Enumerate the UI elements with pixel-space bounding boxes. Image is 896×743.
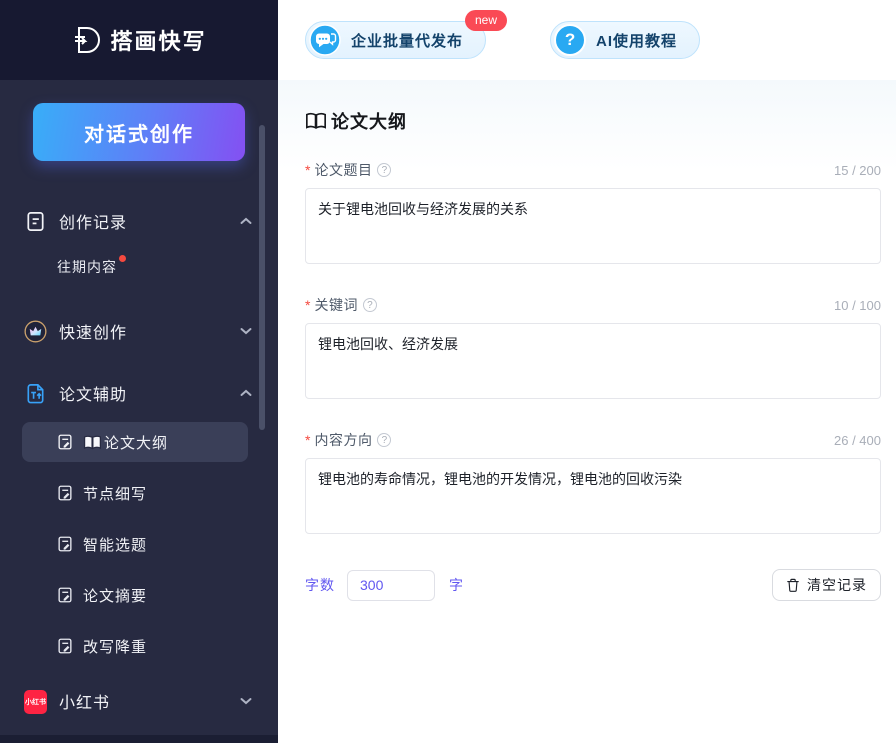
sidebar-item-quick-create[interactable]: 快速创作 <box>0 313 278 349</box>
new-badge: new <box>465 10 507 31</box>
sidebar-item-paper-outline[interactable]: 论文大纲 <box>22 422 248 462</box>
field-content-direction: * 内容方向 26 / 400 锂电池的寿命情况，锂电池的开发情况，锂电池的回收… <box>305 430 881 539</box>
batch-publish-button[interactable]: 企业批量代发布 new <box>305 21 486 59</box>
help-circle-icon[interactable] <box>363 298 377 312</box>
question-circle-icon: ? <box>554 24 586 56</box>
doc-pencil-icon <box>56 535 74 553</box>
sidebar-scrollbar[interactable] <box>259 125 265 430</box>
clear-records-label: 清空记录 <box>807 575 867 595</box>
open-book-icon <box>305 112 327 130</box>
page-title-text: 论文大纲 <box>331 108 407 134</box>
field-paper-title: * 论文题目 15 / 200 关于锂电池回收与经济发展的关系 <box>305 160 881 269</box>
app-window: 搭画快写 对话式创作 创作记录 往期内容 <box>0 0 896 743</box>
field-label: 论文题目 <box>314 160 372 180</box>
logo-text: 搭画快写 <box>110 24 206 56</box>
topbar: 企业批量代发布 new ? AI使用教程 <box>278 0 896 80</box>
sidebar-item-label: 论文摘要 <box>83 585 147 606</box>
sidebar-item-history[interactable]: 往期内容 <box>0 257 278 285</box>
keywords-textarea[interactable]: 锂电池回收、经济发展 <box>305 323 881 399</box>
chevron-up-icon <box>240 389 252 397</box>
char-counter: 26 / 400 <box>834 433 881 448</box>
app-logo[interactable]: 搭画快写 <box>0 0 278 80</box>
sidebar-item-label: 往期内容 <box>57 257 117 277</box>
sidebar-footer-strip <box>0 735 278 743</box>
chevron-down-icon <box>240 697 252 705</box>
sidebar: 搭画快写 对话式创作 创作记录 往期内容 <box>0 0 278 743</box>
open-book-icon <box>83 435 102 450</box>
doc-upload-icon <box>24 382 47 405</box>
char-counter: 15 / 200 <box>834 163 881 178</box>
dialog-create-button[interactable]: 对话式创作 <box>33 103 245 161</box>
char-counter: 10 / 100 <box>834 298 881 313</box>
required-asterisk: * <box>305 297 310 313</box>
field-keywords: * 关键词 10 / 100 锂电池回收、经济发展 <box>305 295 881 404</box>
paper-title-textarea[interactable]: 关于锂电池回收与经济发展的关系 <box>305 188 881 264</box>
batch-publish-label: 企业批量代发布 <box>351 30 463 51</box>
sidebar-item-label: 智能选题 <box>83 534 147 555</box>
field-label-row: * 论文题目 15 / 200 <box>305 160 881 180</box>
sidebar-item-records[interactable]: 创作记录 <box>0 203 278 239</box>
paper-outline-panel: 论文大纲 * 论文题目 15 / 200 关于锂电池回收与经济发展的关系 * 关… <box>278 80 896 743</box>
ai-tutorial-label: AI使用教程 <box>596 30 677 51</box>
field-label-row: * 关键词 10 / 100 <box>305 295 881 315</box>
trash-icon <box>786 578 800 593</box>
sidebar-item-label: 快速创作 <box>59 319 127 343</box>
crown-circle-icon <box>24 320 47 343</box>
required-asterisk: * <box>305 162 310 178</box>
sidebar-item-label: 论文辅助 <box>59 381 127 405</box>
help-circle-icon[interactable] <box>377 163 391 177</box>
sidebar-item-label: 论文大纲 <box>104 432 168 453</box>
doc-pencil-icon <box>56 433 74 451</box>
sidebar-item-label: 小红书 <box>59 689 110 713</box>
sidebar-item-label: 创作记录 <box>59 209 127 233</box>
word-count-unit: 字 <box>449 575 463 595</box>
doc-pencil-icon <box>56 586 74 604</box>
word-count-input[interactable] <box>347 570 435 601</box>
field-label: 内容方向 <box>314 430 372 450</box>
sidebar-item-label: 改写降重 <box>83 636 147 657</box>
page-title: 论文大纲 <box>305 108 881 134</box>
field-label-row: * 内容方向 26 / 400 <box>305 430 881 450</box>
sidebar-item-paper-assist[interactable]: 论文辅助 <box>0 375 278 411</box>
chat-bubbles-icon <box>309 24 341 56</box>
sidebar-item-paper-abstract[interactable]: 论文摘要 <box>22 575 248 615</box>
main-area: 企业批量代发布 new ? AI使用教程 论文大纲 * <box>278 0 896 743</box>
form-bottom-row: 字数 字 清空记录 <box>305 569 881 601</box>
sidebar-item-xiaohongshu[interactable]: 小红书 小红书 <box>0 682 278 720</box>
doc-pencil-icon <box>56 484 74 502</box>
ai-tutorial-button[interactable]: ? AI使用教程 <box>550 21 700 59</box>
sidebar-item-rewrite[interactable]: 改写降重 <box>22 626 248 666</box>
clear-records-button[interactable]: 清空记录 <box>772 569 881 601</box>
file-text-icon <box>24 210 47 233</box>
field-label: 关键词 <box>314 295 358 315</box>
content-direction-textarea[interactable]: 锂电池的寿命情况，锂电池的开发情况，锂电池的回收污染 <box>305 458 881 534</box>
xiaohongshu-icon: 小红书 <box>24 690 47 713</box>
help-circle-icon[interactable] <box>377 433 391 447</box>
logo-icon <box>71 25 101 55</box>
notification-dot <box>119 255 126 262</box>
chevron-down-icon <box>240 327 252 335</box>
required-asterisk: * <box>305 432 310 448</box>
doc-pencil-icon <box>56 637 74 655</box>
sidebar-item-smart-topic[interactable]: 智能选题 <box>22 524 248 564</box>
sidebar-item-label: 节点细写 <box>83 483 147 504</box>
chevron-up-icon <box>240 217 252 225</box>
word-count-label: 字数 <box>305 575 335 595</box>
sidebar-item-node-writing[interactable]: 节点细写 <box>22 473 248 513</box>
